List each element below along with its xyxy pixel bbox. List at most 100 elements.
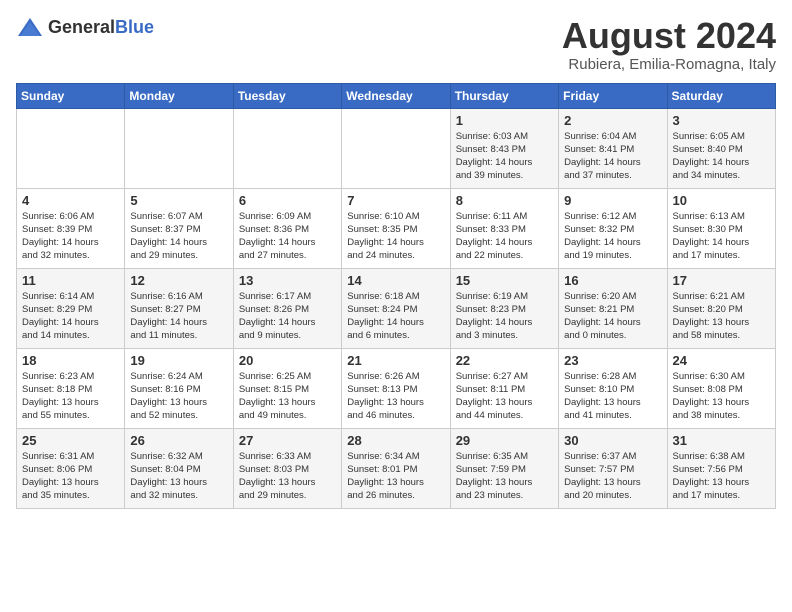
day-info: Sunrise: 6:38 AM Sunset: 7:56 PM Dayligh… <box>673 450 770 503</box>
day-info: Sunrise: 6:35 AM Sunset: 7:59 PM Dayligh… <box>456 450 553 503</box>
day-number: 16 <box>564 273 661 288</box>
day-number: 29 <box>456 433 553 448</box>
calendar-day-cell <box>125 108 233 188</box>
calendar-day-cell: 15 Sunrise: 6:19 AM Sunset: 8:23 PM Dayli… <box>450 268 558 348</box>
calendar-day-cell: 6Sunrise: 6:09 AM Sunset: 8:36 PM Daylig… <box>233 188 341 268</box>
calendar-week-row: 1 Sunrise: 6:03 AM Sunset: 8:43 PM Daylig… <box>17 108 776 188</box>
calendar-day-cell: 25Sunrise: 6:31 AM Sunset: 8:06 PM Dayli… <box>17 428 125 508</box>
day-info: Sunrise: 6:13 AM Sunset: 8:30 PM Dayligh… <box>673 210 770 263</box>
calendar-day-cell: 1 Sunrise: 6:03 AM Sunset: 8:43 PM Daylig… <box>450 108 558 188</box>
day-number: 30 <box>564 433 661 448</box>
logo-general: General <box>48 17 115 37</box>
day-number: 3 <box>673 113 770 128</box>
calendar-week-row: 11 Sunrise: 6:14 AM Sunset: 8:29 PM Dayli… <box>17 268 776 348</box>
day-info: Sunrise: 6:07 AM Sunset: 8:37 PM Dayligh… <box>130 210 227 263</box>
day-number: 25 <box>22 433 119 448</box>
calendar-day-cell: 22 Sunrise: 6:27 AM Sunset: 8:11 PM Dayli… <box>450 348 558 428</box>
day-number: 17 <box>673 273 770 288</box>
calendar-day-cell <box>233 108 341 188</box>
calendar-day-cell: 20 Sunrise: 6:25 AM Sunset: 8:15 PM Dayli… <box>233 348 341 428</box>
calendar-day-cell: 26Sunrise: 6:32 AM Sunset: 8:04 PM Dayli… <box>125 428 233 508</box>
calendar-day-cell: 14Sunrise: 6:18 AM Sunset: 8:24 PM Dayli… <box>342 268 450 348</box>
day-number: 11 <box>22 273 119 288</box>
weekday-header-cell: Tuesday <box>233 83 341 108</box>
day-info: Sunrise: 6:03 AM Sunset: 8:43 PM Dayligh… <box>456 130 553 183</box>
calendar-day-cell: 9Sunrise: 6:12 AM Sunset: 8:32 PM Daylig… <box>559 188 667 268</box>
day-info: Sunrise: 6:14 AM Sunset: 8:29 PM Dayligh… <box>22 290 119 343</box>
calendar-day-cell: 12 Sunrise: 6:16 AM Sunset: 8:27 PM Dayli… <box>125 268 233 348</box>
calendar-week-row: 25Sunrise: 6:31 AM Sunset: 8:06 PM Dayli… <box>17 428 776 508</box>
day-info: Sunrise: 6:27 AM Sunset: 8:11 PM Dayligh… <box>456 370 553 423</box>
day-number: 14 <box>347 273 444 288</box>
day-info: Sunrise: 6:25 AM Sunset: 8:15 PM Dayligh… <box>239 370 336 423</box>
logo-blue: Blue <box>115 17 154 37</box>
calendar-subtitle: Rubiera, Emilia-Romagna, Italy <box>562 56 776 73</box>
calendar-day-cell: 3 Sunrise: 6:05 AM Sunset: 8:40 PM Daylig… <box>667 108 775 188</box>
day-number: 1 <box>456 113 553 128</box>
calendar-body: 1 Sunrise: 6:03 AM Sunset: 8:43 PM Daylig… <box>17 108 776 508</box>
day-number: 31 <box>673 433 770 448</box>
weekday-header-cell: Monday <box>125 83 233 108</box>
day-info: Sunrise: 6:24 AM Sunset: 8:16 PM Dayligh… <box>130 370 227 423</box>
day-number: 5 <box>130 193 227 208</box>
page-header: GeneralBlue August 2024 Rubiera, Emilia-… <box>16 16 776 73</box>
day-info: Sunrise: 6:26 AM Sunset: 8:13 PM Dayligh… <box>347 370 444 423</box>
day-info: Sunrise: 6:33 AM Sunset: 8:03 PM Dayligh… <box>239 450 336 503</box>
day-info: Sunrise: 6:23 AM Sunset: 8:18 PM Dayligh… <box>22 370 119 423</box>
day-info: Sunrise: 6:06 AM Sunset: 8:39 PM Dayligh… <box>22 210 119 263</box>
calendar-day-cell: 31 Sunrise: 6:38 AM Sunset: 7:56 PM Dayli… <box>667 428 775 508</box>
calendar-day-cell: 2 Sunrise: 6:04 AM Sunset: 8:41 PM Daylig… <box>559 108 667 188</box>
calendar-day-cell: 5 Sunrise: 6:07 AM Sunset: 8:37 PM Daylig… <box>125 188 233 268</box>
weekday-header-cell: Friday <box>559 83 667 108</box>
day-number: 7 <box>347 193 444 208</box>
day-info: Sunrise: 6:16 AM Sunset: 8:27 PM Dayligh… <box>130 290 227 343</box>
day-info: Sunrise: 6:20 AM Sunset: 8:21 PM Dayligh… <box>564 290 661 343</box>
day-number: 22 <box>456 353 553 368</box>
day-number: 13 <box>239 273 336 288</box>
day-number: 24 <box>673 353 770 368</box>
calendar-day-cell: 23 Sunrise: 6:28 AM Sunset: 8:10 PM Dayli… <box>559 348 667 428</box>
day-number: 28 <box>347 433 444 448</box>
day-info: Sunrise: 6:34 AM Sunset: 8:01 PM Dayligh… <box>347 450 444 503</box>
day-info: Sunrise: 6:10 AM Sunset: 8:35 PM Dayligh… <box>347 210 444 263</box>
day-info: Sunrise: 6:19 AM Sunset: 8:23 PM Dayligh… <box>456 290 553 343</box>
calendar-day-cell: 13 Sunrise: 6:17 AM Sunset: 8:26 PM Dayli… <box>233 268 341 348</box>
day-number: 4 <box>22 193 119 208</box>
day-number: 6 <box>239 193 336 208</box>
day-info: Sunrise: 6:11 AM Sunset: 8:33 PM Dayligh… <box>456 210 553 263</box>
day-info: Sunrise: 6:37 AM Sunset: 7:57 PM Dayligh… <box>564 450 661 503</box>
calendar-day-cell: 27 Sunrise: 6:33 AM Sunset: 8:03 PM Dayli… <box>233 428 341 508</box>
calendar-day-cell: 16 Sunrise: 6:20 AM Sunset: 8:21 PM Dayli… <box>559 268 667 348</box>
weekday-header-cell: Sunday <box>17 83 125 108</box>
calendar-day-cell: 19 Sunrise: 6:24 AM Sunset: 8:16 PM Dayli… <box>125 348 233 428</box>
calendar-day-cell: 7 Sunrise: 6:10 AM Sunset: 8:35 PM Daylig… <box>342 188 450 268</box>
day-info: Sunrise: 6:17 AM Sunset: 8:26 PM Dayligh… <box>239 290 336 343</box>
calendar-day-cell: 30 Sunrise: 6:37 AM Sunset: 7:57 PM Dayli… <box>559 428 667 508</box>
day-number: 2 <box>564 113 661 128</box>
day-info: Sunrise: 6:04 AM Sunset: 8:41 PM Dayligh… <box>564 130 661 183</box>
weekday-header-row: SundayMondayTuesdayWednesdayThursdayFrid… <box>17 83 776 108</box>
day-number: 15 <box>456 273 553 288</box>
calendar-day-cell: 21 Sunrise: 6:26 AM Sunset: 8:13 PM Dayli… <box>342 348 450 428</box>
day-number: 19 <box>130 353 227 368</box>
calendar-day-cell: 10Sunrise: 6:13 AM Sunset: 8:30 PM Dayli… <box>667 188 775 268</box>
day-number: 12 <box>130 273 227 288</box>
day-info: Sunrise: 6:05 AM Sunset: 8:40 PM Dayligh… <box>673 130 770 183</box>
day-number: 21 <box>347 353 444 368</box>
day-number: 26 <box>130 433 227 448</box>
calendar-day-cell: 11 Sunrise: 6:14 AM Sunset: 8:29 PM Dayli… <box>17 268 125 348</box>
calendar-day-cell: 29 Sunrise: 6:35 AM Sunset: 7:59 PM Dayli… <box>450 428 558 508</box>
logo-icon <box>16 16 44 38</box>
day-number: 23 <box>564 353 661 368</box>
day-number: 20 <box>239 353 336 368</box>
day-info: Sunrise: 6:28 AM Sunset: 8:10 PM Dayligh… <box>564 370 661 423</box>
weekday-header-cell: Wednesday <box>342 83 450 108</box>
calendar-title: August 2024 <box>562 16 776 56</box>
day-number: 8 <box>456 193 553 208</box>
calendar-day-cell: 18Sunrise: 6:23 AM Sunset: 8:18 PM Dayli… <box>17 348 125 428</box>
calendar-day-cell: 8 Sunrise: 6:11 AM Sunset: 8:33 PM Daylig… <box>450 188 558 268</box>
day-number: 27 <box>239 433 336 448</box>
weekday-header-cell: Thursday <box>450 83 558 108</box>
calendar-day-cell <box>17 108 125 188</box>
title-area: August 2024 Rubiera, Emilia-Romagna, Ita… <box>562 16 776 73</box>
